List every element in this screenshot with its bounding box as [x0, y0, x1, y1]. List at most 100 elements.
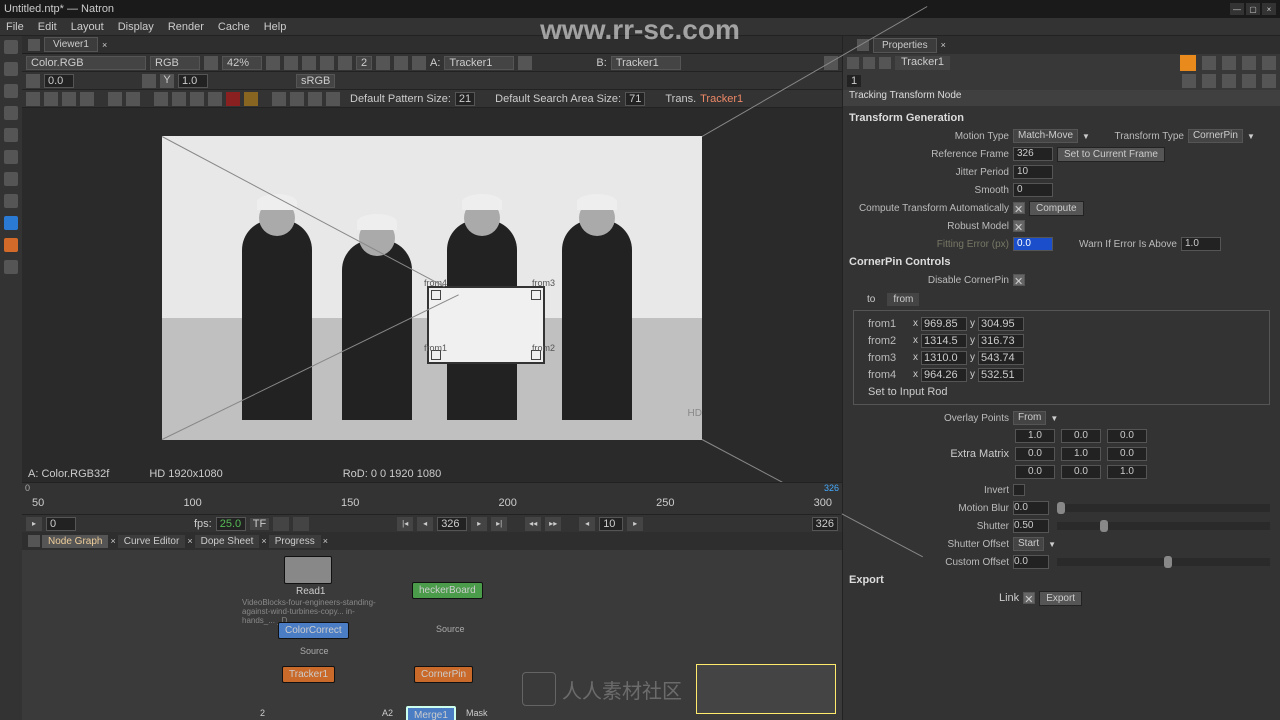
viewer-canvas[interactable]: from4 from3 from1 from2 HD: [22, 108, 842, 468]
search-input[interactable]: 71: [625, 92, 645, 106]
tool-icon[interactable]: [4, 62, 18, 76]
color-swatch[interactable]: [1180, 55, 1196, 71]
node-read1[interactable]: [284, 556, 332, 584]
smooth-input[interactable]: 0: [1013, 183, 1053, 197]
compute-auto-checkbox[interactable]: ✕: [1013, 202, 1025, 214]
prev-icon[interactable]: [1202, 56, 1216, 70]
node-colorcorrect[interactable]: ColorCorrect: [278, 622, 349, 639]
track-icon[interactable]: [172, 92, 186, 106]
node-merge[interactable]: Merge1 (over): [406, 706, 456, 720]
robust-checkbox[interactable]: ✕: [1013, 220, 1025, 232]
transform-type-select[interactable]: CornerPin: [1188, 129, 1243, 143]
tab-from[interactable]: from: [887, 293, 919, 306]
step-input[interactable]: 10: [599, 517, 623, 531]
link-checkbox[interactable]: ✕: [1023, 592, 1035, 604]
first-frame-icon[interactable]: |◂: [397, 517, 413, 531]
from1-x[interactable]: 969.85: [921, 317, 967, 331]
tab-progress[interactable]: Progress: [269, 535, 321, 548]
tf-select[interactable]: TF: [250, 518, 269, 530]
tool-icon[interactable]: [4, 238, 18, 252]
compute-button[interactable]: Compute: [1029, 201, 1084, 216]
menu-file[interactable]: File: [6, 21, 24, 33]
next-icon[interactable]: [1222, 56, 1236, 70]
props-tabs[interactable]: Tracking Transform Node: [843, 90, 1280, 106]
node-cornerpin[interactable]: CornerPin: [414, 666, 473, 683]
shutter-offset-select[interactable]: Start: [1013, 537, 1044, 551]
coord-input[interactable]: 0.0: [44, 74, 74, 88]
tool-icon[interactable]: [4, 128, 18, 142]
track-icon[interactable]: [208, 92, 222, 106]
num-select[interactable]: 2: [356, 56, 372, 70]
track-icon[interactable]: [190, 92, 204, 106]
icon[interactable]: [394, 56, 408, 70]
menu-render[interactable]: Render: [168, 21, 204, 33]
color-select[interactable]: Color.RGB: [26, 56, 146, 70]
set-current-frame-button[interactable]: Set to Current Frame: [1057, 147, 1165, 162]
icon[interactable]: [26, 74, 40, 88]
prev-frame-icon[interactable]: ◂: [417, 517, 433, 531]
node-icon[interactable]: [879, 57, 891, 69]
icon[interactable]: [376, 56, 390, 70]
tool-icon[interactable]: [4, 260, 18, 274]
matrix-cell[interactable]: 1.0: [1107, 465, 1147, 479]
track-icon[interactable]: [108, 92, 122, 106]
from1-y[interactable]: 304.95: [978, 317, 1024, 331]
tool-icon[interactable]: [4, 40, 18, 54]
tab-dope-sheet[interactable]: Dope Sheet: [195, 535, 260, 548]
viewer-tab[interactable]: Viewer1: [44, 37, 98, 52]
a-select[interactable]: Tracker1: [444, 56, 514, 70]
help-icon[interactable]: [1182, 74, 1196, 88]
jitter-input[interactable]: 10: [1013, 165, 1053, 179]
trackpoint-icon[interactable]: [431, 290, 441, 300]
shutter-input[interactable]: 0.50: [1013, 519, 1049, 533]
tab-to[interactable]: to: [861, 293, 881, 306]
shutter-slider[interactable]: [1057, 522, 1270, 530]
icon[interactable]: [412, 56, 426, 70]
matrix-cell[interactable]: 0.0: [1061, 429, 1101, 443]
icon[interactable]: [302, 56, 316, 70]
matrix-cell[interactable]: 0.0: [1015, 447, 1055, 461]
tool-icon[interactable]: [4, 194, 18, 208]
icon[interactable]: [518, 56, 532, 70]
fps-input[interactable]: 25.0: [216, 517, 246, 531]
panel-icon[interactable]: [28, 39, 40, 51]
next-frame-icon[interactable]: ▸: [471, 517, 487, 531]
matrix-cell[interactable]: 1.0: [1015, 429, 1055, 443]
matrix-cell[interactable]: 1.0: [1061, 447, 1101, 461]
motion-blur-input[interactable]: 0.0: [1013, 501, 1049, 515]
play-fwd-icon[interactable]: ▸▸: [545, 517, 561, 531]
track-icon[interactable]: [244, 92, 258, 106]
matrix-cell[interactable]: 0.0: [1107, 447, 1147, 461]
custom-offset-slider[interactable]: [1057, 558, 1270, 566]
matrix-cell[interactable]: 0.0: [1015, 465, 1055, 479]
menu-layout[interactable]: Layout: [71, 21, 104, 33]
tab-curve-editor[interactable]: Curve Editor: [118, 535, 186, 548]
matrix-cell[interactable]: 0.0: [1107, 429, 1147, 443]
tool-icon[interactable]: [4, 216, 18, 230]
maximize-icon[interactable]: ▢: [1246, 3, 1260, 15]
close-icon[interactable]: [1262, 74, 1276, 88]
track-icon[interactable]: [154, 92, 168, 106]
from3-x[interactable]: 1310.0: [921, 351, 967, 365]
track-icon[interactable]: [308, 92, 322, 106]
icon[interactable]: [284, 56, 298, 70]
from2-x[interactable]: 1314.5: [921, 334, 967, 348]
panel-icon[interactable]: [28, 535, 40, 547]
reset-icon[interactable]: [1202, 74, 1216, 88]
track-icon[interactable]: [326, 92, 340, 106]
minimap[interactable]: [696, 664, 836, 714]
menu-edit[interactable]: Edit: [38, 21, 57, 33]
from4-x[interactable]: 964.26: [921, 368, 967, 382]
track-icon[interactable]: [62, 92, 76, 106]
from2-y[interactable]: 316.73: [978, 334, 1024, 348]
node-graph[interactable]: Read1 VideoBlocks-four-engineers-standin…: [22, 550, 842, 720]
track-icon[interactable]: [126, 92, 140, 106]
set-input-rod-button[interactable]: Set to Input Rod: [868, 386, 948, 398]
motion-blur-slider[interactable]: [1057, 504, 1270, 512]
icon[interactable]: [338, 56, 352, 70]
xy-input[interactable]: 1.0: [178, 74, 208, 88]
icon[interactable]: [204, 56, 218, 70]
export-button[interactable]: Export: [1039, 591, 1082, 606]
menu-display[interactable]: Display: [118, 21, 154, 33]
matrix-cell[interactable]: 0.0: [1061, 465, 1101, 479]
